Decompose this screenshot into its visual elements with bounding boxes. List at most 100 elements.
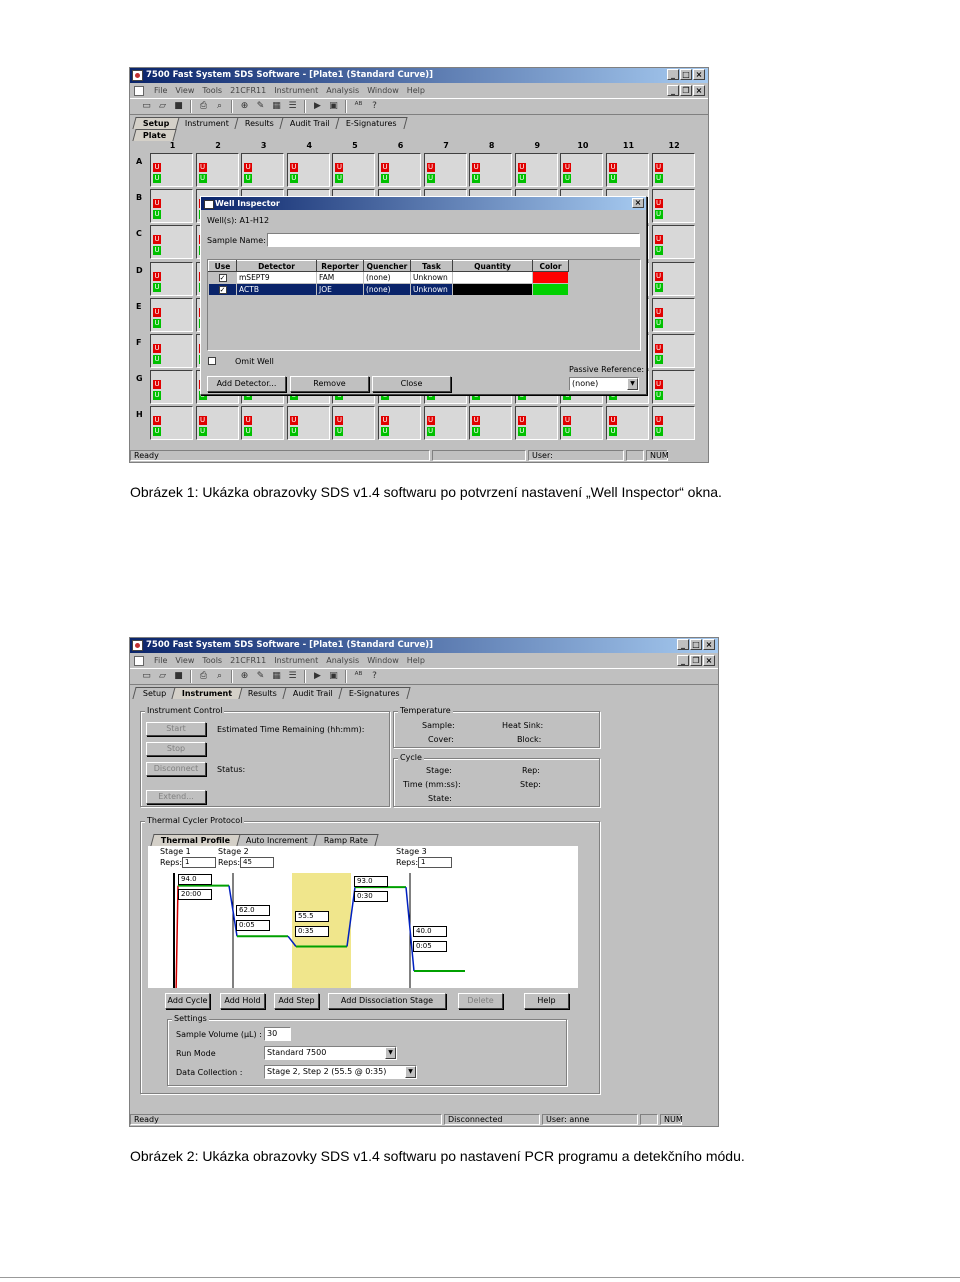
run-icon[interactable]: ▶	[311, 100, 324, 113]
grid-icon[interactable]: ▦	[270, 670, 283, 683]
open-folder-icon[interactable]: ▱	[156, 100, 169, 113]
quantity-cell[interactable]	[452, 283, 533, 296]
plate-well[interactable]: UU	[514, 153, 558, 187]
grid-icon[interactable]: ▦	[270, 100, 283, 113]
minimize-icon[interactable]: _	[677, 639, 689, 650]
mdi-close-icon[interactable]: ×	[693, 85, 705, 96]
row-header[interactable]: E	[136, 302, 150, 311]
column-header[interactable]: 4	[287, 139, 332, 153]
plate-well[interactable]: UU	[651, 297, 695, 332]
delete-button[interactable]: Delete	[458, 993, 503, 1009]
tab-audit-trail[interactable]: Audit Trail	[279, 117, 341, 129]
passive-reference-select[interactable]: (none) ▼	[569, 377, 639, 391]
mdi-minimize-icon[interactable]: _	[677, 655, 689, 666]
plate-well[interactable]: UU	[651, 370, 695, 405]
plate-well[interactable]: UU	[241, 406, 285, 441]
menu-tools[interactable]: Tools	[202, 656, 222, 665]
table-icon[interactable]: ☰	[286, 670, 299, 683]
col-task[interactable]: Task	[410, 260, 453, 272]
omit-well-checkbox[interactable]	[208, 357, 216, 365]
close-button[interactable]: Close	[372, 376, 451, 392]
col-quantity[interactable]: Quantity	[452, 260, 533, 272]
plate-well[interactable]: UU	[195, 406, 239, 441]
tab-audit-trail[interactable]: Audit Trail	[282, 687, 344, 699]
menu-21cfr11[interactable]: 21CFR11	[230, 86, 266, 95]
mdi-close-icon[interactable]: ×	[703, 655, 715, 666]
menu-analysis[interactable]: Analysis	[326, 86, 359, 95]
menu-21cfr11[interactable]: 21CFR11	[230, 656, 266, 665]
dialog-close-icon[interactable]: ×	[632, 198, 644, 208]
dropdown-arrow-icon[interactable]: ▼	[627, 378, 638, 390]
column-header[interactable]: 8	[469, 139, 514, 153]
analyze-icon[interactable]: ▣	[327, 670, 340, 683]
quantity-cell[interactable]	[452, 271, 533, 284]
tab-plate[interactable]: Plate	[132, 129, 177, 141]
disconnect-button[interactable]: Disconnect	[146, 762, 206, 776]
use-checkbox[interactable]: ✓	[218, 286, 227, 294]
step-time-input[interactable]: 20:00	[178, 889, 212, 900]
add-cycle-button[interactable]: Add Cycle	[165, 993, 210, 1009]
use-checkbox[interactable]: ✓	[218, 274, 227, 282]
tab-setup[interactable]: Setup	[132, 687, 177, 699]
step-time-input[interactable]: 0:35	[295, 926, 329, 937]
tab-results[interactable]: Results	[237, 687, 288, 699]
new-file-icon[interactable]: ▭	[140, 100, 153, 113]
print-preview-icon[interactable]: ⌕	[213, 670, 226, 683]
remove-button[interactable]: Remove	[290, 376, 369, 392]
row-header[interactable]: F	[136, 338, 150, 347]
color-swatch[interactable]	[532, 283, 569, 296]
stage-2-reps-input[interactable]: 45	[240, 857, 274, 868]
plate-well[interactable]: UU	[606, 406, 649, 441]
start-button[interactable]: Start	[146, 722, 206, 736]
tab-e-signatures[interactable]: E-Signatures	[335, 117, 408, 129]
menu-tools[interactable]: Tools	[202, 86, 222, 95]
plate-well[interactable]: UU	[651, 189, 695, 224]
open-folder-icon[interactable]: ▱	[156, 670, 169, 683]
plate-well[interactable]: UU	[560, 153, 604, 187]
plate-well[interactable]: UU	[150, 153, 193, 187]
plate-well[interactable]: UU	[150, 334, 193, 368]
tab-ramp-rate[interactable]: Ramp Rate	[313, 834, 379, 846]
plate-well[interactable]: UU	[423, 153, 467, 187]
help-button[interactable]: Help	[524, 993, 569, 1009]
row-header[interactable]: G	[136, 374, 150, 383]
step-temp-input[interactable]: 55.5	[295, 911, 329, 922]
step-time-input[interactable]: 0:05	[236, 920, 270, 931]
column-header[interactable]: 11	[606, 139, 651, 153]
column-header[interactable]: 1	[150, 139, 195, 153]
tab-thermal-profile[interactable]: Thermal Profile	[150, 834, 241, 846]
plate-well[interactable]: UU	[378, 153, 421, 187]
plate-well[interactable]: UU	[514, 406, 558, 441]
zoom-icon[interactable]: ⊕	[238, 100, 251, 113]
plate-well[interactable]: UU	[241, 153, 285, 187]
plate-well[interactable]: UU	[378, 406, 421, 441]
analyze-icon[interactable]: ▣	[327, 100, 340, 113]
plate-well[interactable]: UU	[606, 153, 649, 187]
column-header[interactable]: 7	[424, 139, 469, 153]
col-reporter[interactable]: Reporter	[316, 260, 364, 272]
spell-check-icon[interactable]: ᴬᴮ	[352, 670, 365, 683]
task-cell[interactable]: Unknown	[410, 271, 453, 284]
help-icon[interactable]: ?	[368, 100, 381, 113]
help-icon[interactable]: ?	[368, 670, 381, 683]
step-temp-input[interactable]: 93.0	[354, 876, 388, 887]
plate-well[interactable]: UU	[560, 406, 604, 441]
col-color[interactable]: Color	[532, 260, 569, 272]
mdi-minimize-icon[interactable]: _	[667, 85, 679, 96]
add-detector-button[interactable]: Add Detector...	[207, 376, 286, 392]
window-titlebar[interactable]: 7500 Fast System SDS Software - [Plate1 …	[130, 638, 718, 653]
menu-help[interactable]: Help	[407, 86, 425, 95]
close-icon[interactable]: ×	[703, 639, 715, 650]
menu-view[interactable]: View	[175, 656, 194, 665]
save-icon[interactable]: ■	[172, 100, 185, 113]
table-row[interactable]: ✓ mSEPT9 FAM (none) Unknown	[208, 271, 569, 284]
table-icon[interactable]: ☰	[286, 100, 299, 113]
step-temp-input[interactable]: 62.0	[236, 905, 270, 916]
add-dissociation-stage-button[interactable]: Add Dissociation Stage	[328, 993, 446, 1009]
save-icon[interactable]: ■	[172, 670, 185, 683]
plate-well[interactable]: UU	[286, 153, 330, 187]
dialog-titlebar[interactable]: Well Inspector ×	[201, 197, 646, 210]
row-header[interactable]: A	[136, 157, 150, 166]
plate-well[interactable]: UU	[332, 406, 376, 441]
column-header[interactable]: 12	[652, 139, 697, 153]
